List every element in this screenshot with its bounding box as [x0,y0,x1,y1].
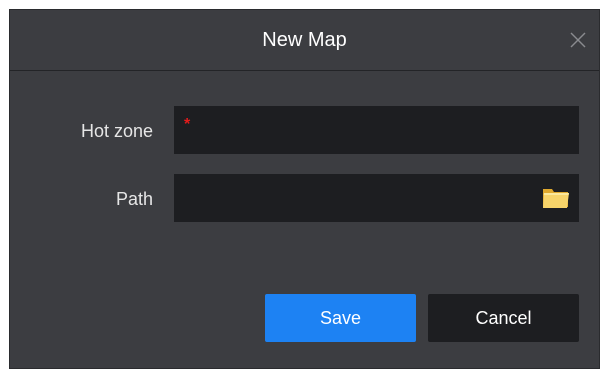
hot-zone-label: Hot zone [80,121,153,141]
dialog-title: New Map [262,29,347,51]
close-icon[interactable] [569,31,587,49]
save-button[interactable]: Save [265,294,416,342]
hot-zone-input[interactable]: * [174,106,579,154]
required-marker: * [184,116,191,133]
folder-icon[interactable] [541,182,571,212]
path-label: Path [115,189,153,209]
path-input[interactable] [174,174,579,222]
cancel-button[interactable]: Cancel [428,294,579,342]
new-map-dialog: New Map Hot zone * Path Save Cancel [9,9,600,369]
dialog-titlebar: New Map [10,10,599,71]
